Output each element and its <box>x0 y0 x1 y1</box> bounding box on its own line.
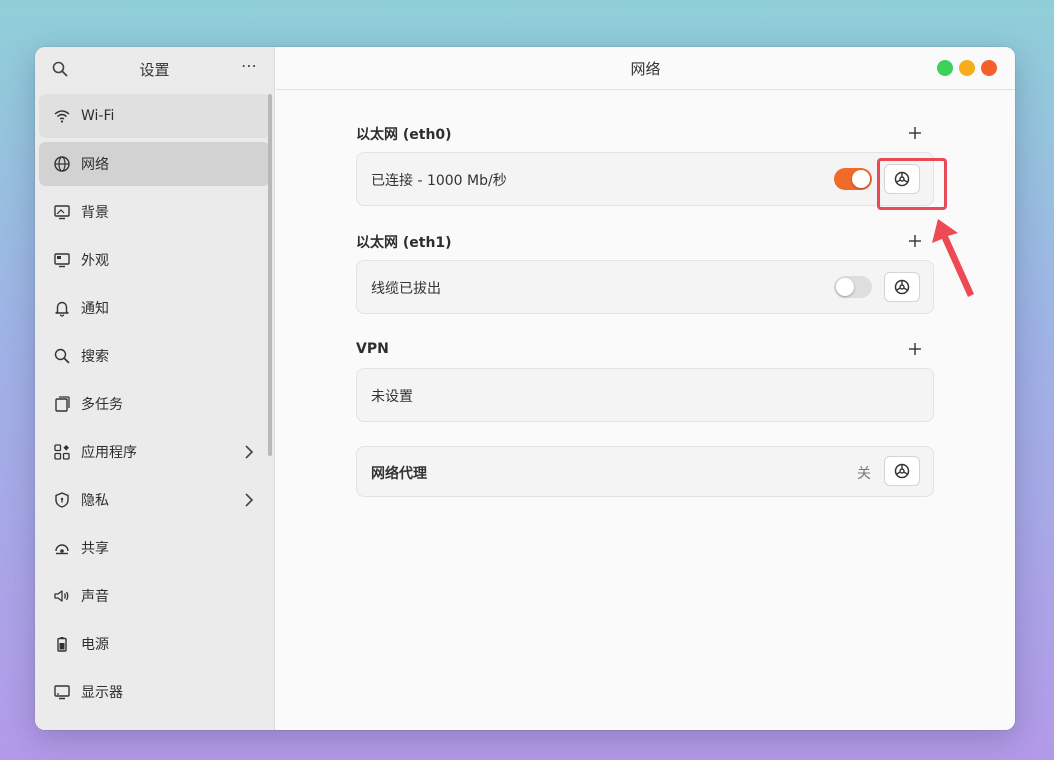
sidebar-item-notifications[interactable]: 通知 <box>39 286 270 330</box>
eth1-section-title: 以太网 (eth1) <box>356 235 452 251</box>
proxy-title: 网络代理 <box>371 466 427 482</box>
sidebar-item-label: 隐私 <box>81 493 109 509</box>
sidebar-item-displays[interactable]: 显示器 <box>39 670 270 714</box>
annotation-arrow-icon <box>932 219 974 297</box>
sidebar-item-label: 共享 <box>81 541 109 557</box>
settings-window: 设置 ⋯ Wi-Fi 网络 背景 外观 通知 搜索 多任务 应用程序 隐私 共享… <box>35 47 1015 730</box>
maximize-button[interactable] <box>937 60 953 76</box>
minimize-button[interactable] <box>959 60 975 76</box>
toggle-knob <box>852 170 870 188</box>
sidebar-header: 设置 ⋯ <box>35 47 274 90</box>
sidebar-item-wifi[interactable]: Wi-Fi <box>39 94 270 138</box>
eth0-section-title: 以太网 (eth0) <box>356 127 452 143</box>
eth0-card: 已连接 - 1000 Mb/秒 <box>356 152 934 206</box>
sidebar-item-network[interactable]: 网络 <box>39 142 270 186</box>
appearance-icon <box>54 253 70 268</box>
shield-icon <box>55 492 69 508</box>
main-header: 网络 <box>276 47 1015 90</box>
sidebar-item-label: 电源 <box>81 637 109 653</box>
sidebar-item-label: 通知 <box>81 301 109 317</box>
eth1-toggle[interactable] <box>834 276 872 298</box>
add-eth0-icon[interactable] <box>908 126 922 140</box>
sidebar-item-label: 搜索 <box>81 349 109 365</box>
eth1-card: 线缆已拔出 <box>356 260 934 314</box>
toggle-knob <box>836 278 854 296</box>
sidebar-item-background[interactable]: 背景 <box>39 190 270 234</box>
close-button[interactable] <box>981 60 997 76</box>
sidebar-item-appearance[interactable]: 外观 <box>39 238 270 282</box>
eth0-toggle[interactable] <box>834 168 872 190</box>
sidebar-item-label: 多任务 <box>81 397 123 413</box>
eth0-status: 已连接 - 1000 Mb/秒 <box>371 173 507 189</box>
sidebar-item-label: 显示器 <box>81 685 123 701</box>
sidebar-item-label: 网络 <box>81 157 109 173</box>
multitask-icon <box>55 396 70 412</box>
main-panel: 网络 以太网 (eth0) 已连接 - 1000 Mb/秒 以太网 (eth1)… <box>276 47 1015 730</box>
gear-icon <box>894 279 910 295</box>
gear-icon <box>894 463 910 479</box>
sidebar-list: Wi-Fi 网络 背景 外观 通知 搜索 多任务 应用程序 隐私 共享 声音 电… <box>39 94 270 718</box>
more-menu-icon[interactable]: ⋯ <box>241 56 258 75</box>
wifi-icon <box>54 110 70 123</box>
sidebar-item-apps[interactable]: 应用程序 <box>39 430 270 474</box>
apps-icon <box>54 444 70 460</box>
sidebar-item-multitasking[interactable]: 多任务 <box>39 382 270 426</box>
proxy-card[interactable]: 网络代理 关 <box>356 446 934 497</box>
vpn-section-title: VPN <box>356 341 389 357</box>
bell-icon <box>55 301 69 317</box>
add-vpn-icon[interactable] <box>908 342 922 356</box>
globe-icon <box>54 156 70 172</box>
sidebar: 设置 ⋯ Wi-Fi 网络 背景 外观 通知 搜索 多任务 应用程序 隐私 共享… <box>35 47 275 730</box>
sidebar-item-sharing[interactable]: 共享 <box>39 526 270 570</box>
chevron-right-icon <box>245 493 254 507</box>
proxy-status: 关 <box>857 466 871 482</box>
add-eth1-icon[interactable] <box>908 234 922 248</box>
sidebar-item-label: 应用程序 <box>81 445 137 461</box>
proxy-settings-button[interactable] <box>884 456 920 486</box>
sidebar-item-label: 背景 <box>81 205 109 221</box>
sidebar-item-label: Wi-Fi <box>81 108 115 124</box>
battery-icon <box>57 637 67 652</box>
display-icon <box>54 685 70 700</box>
sidebar-item-search[interactable]: 搜索 <box>39 334 270 378</box>
vpn-card: 未设置 <box>356 368 934 422</box>
sidebar-item-sound[interactable]: 声音 <box>39 574 270 618</box>
search-icon <box>54 348 70 364</box>
highlight-box <box>877 158 947 210</box>
sidebar-item-power[interactable]: 电源 <box>39 622 270 666</box>
sidebar-scrollbar[interactable] <box>268 94 272 456</box>
sidebar-item-label: 声音 <box>81 589 109 605</box>
eth1-settings-button[interactable] <box>884 272 920 302</box>
share-icon <box>55 544 69 555</box>
chevron-right-icon <box>245 445 254 459</box>
wallpaper-icon <box>54 205 70 220</box>
eth1-status: 线缆已拔出 <box>371 281 441 297</box>
vpn-status: 未设置 <box>371 389 413 405</box>
sidebar-item-privacy[interactable]: 隐私 <box>39 478 270 522</box>
sidebar-item-label: 外观 <box>81 253 109 269</box>
sidebar-title: 设置 <box>139 61 170 79</box>
page-title: 网络 <box>630 60 661 78</box>
speaker-icon <box>54 590 69 602</box>
